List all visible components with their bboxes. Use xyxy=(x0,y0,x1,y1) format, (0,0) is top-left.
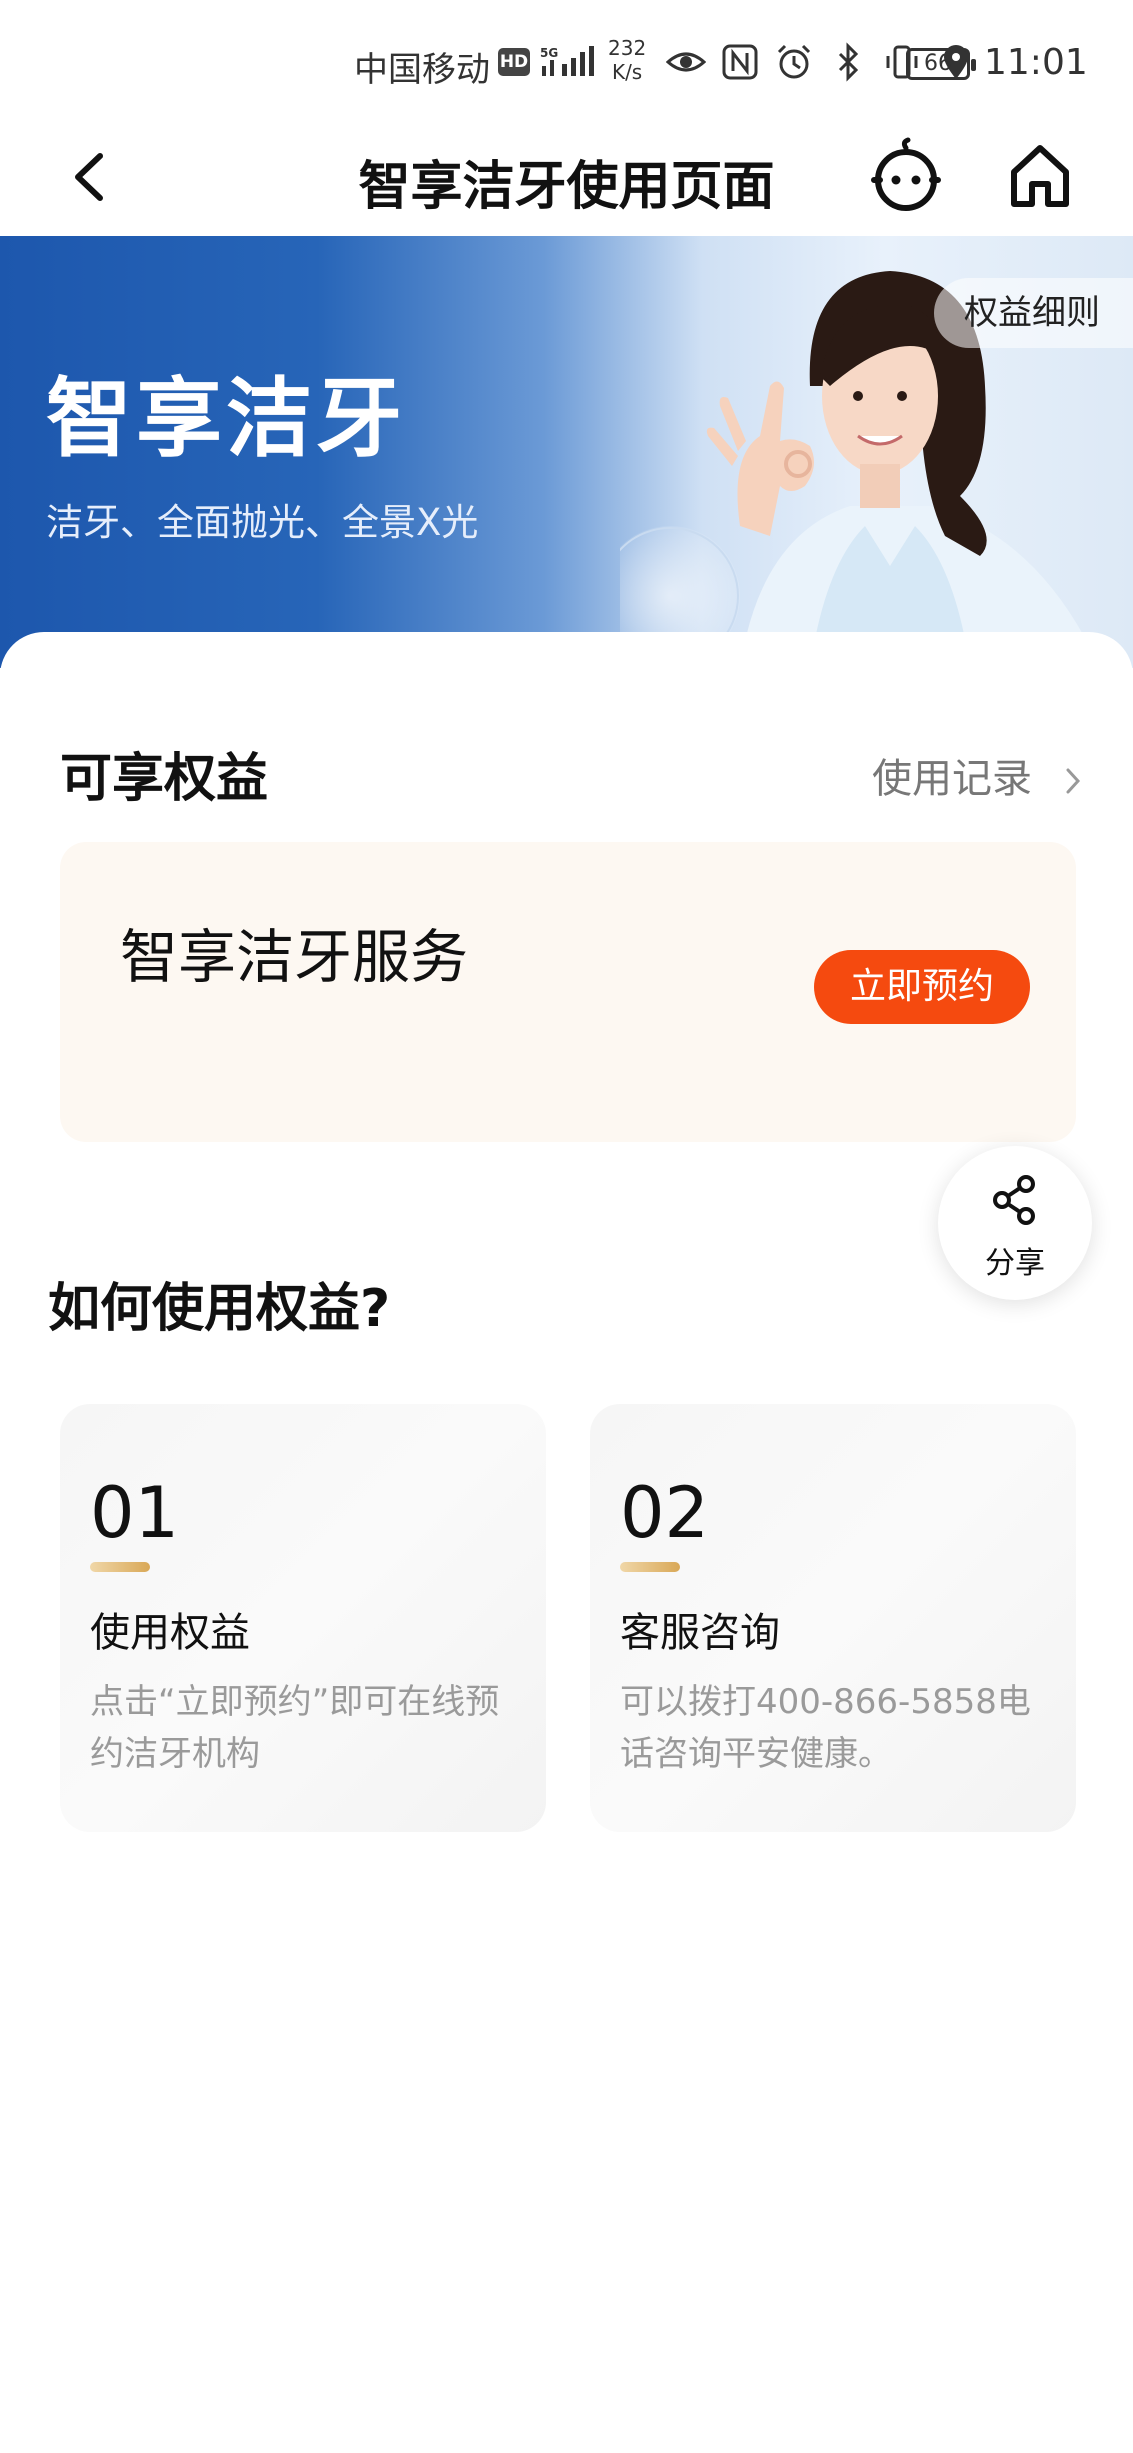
step-title: 使用权益 xyxy=(90,1610,250,1656)
banner-subtitle: 洁牙、全面抛光、全景X光 xyxy=(46,501,479,544)
benefit-rules-button[interactable]: 权益细则 xyxy=(934,278,1133,348)
step-description: 点击“立即预约”即可在线预约洁牙机构 xyxy=(90,1682,500,1774)
svg-text:5G: 5G xyxy=(540,46,558,60)
step-number: 01 xyxy=(90,1472,180,1554)
home-icon[interactable] xyxy=(1000,136,1080,216)
bluetooth-icon xyxy=(838,42,859,82)
book-now-button[interactable]: 立即预约 xyxy=(814,950,1030,1024)
benefits-title: 可享权益 xyxy=(60,749,269,809)
net-speed-value: 232 xyxy=(608,36,647,60)
net-speed: 232 K/s xyxy=(608,36,646,84)
page-title: 智享洁牙使用页面 xyxy=(358,157,775,217)
hd-badge: HD xyxy=(498,48,530,76)
robot-assistant-icon[interactable] xyxy=(866,136,946,216)
nav-bar: 智享洁牙使用页面 xyxy=(0,120,1133,236)
step-card: 01 使用权益 点击“立即预约”即可在线预约洁牙机构 xyxy=(60,1404,546,1832)
step-number: 02 xyxy=(620,1472,710,1554)
step-accent-bar xyxy=(620,1562,680,1572)
nfc-icon xyxy=(722,44,758,80)
hero-banner: 智享洁牙 洁牙、全面抛光、全景X光 权益细则 xyxy=(0,236,1133,668)
carrier-label: 中国移动 xyxy=(354,50,490,90)
status-bar: 中国移动 HD 5G 232 K/s 66 11:01 xyxy=(0,0,1133,120)
step-accent-bar xyxy=(90,1562,150,1572)
share-button[interactable]: 分享 xyxy=(938,1146,1092,1300)
step-description: 可以拨打400-866-5858电话咨询平安健康。 xyxy=(620,1682,1031,1774)
step-card: 02 客服咨询 可以拨打400-866-5858电话咨询平安健康。 xyxy=(590,1404,1076,1832)
usage-record-label: 使用记录 xyxy=(872,756,1032,802)
howto-title: 如何使用权益? xyxy=(48,1279,391,1339)
eye-icon xyxy=(666,52,706,72)
clock: 11:01 xyxy=(984,42,1088,83)
chevron-right-icon xyxy=(1066,768,1080,794)
battery-indicator: 66 xyxy=(906,48,976,80)
net-speed-unit: K/s xyxy=(611,60,643,84)
share-label: 分享 xyxy=(985,1246,1045,1281)
step-title: 客服咨询 xyxy=(620,1610,780,1656)
banner-title: 智享洁牙 xyxy=(46,369,406,469)
service-card: 智享洁牙服务 立即预约 xyxy=(60,842,1076,1142)
alarm-icon xyxy=(777,44,811,79)
share-icon xyxy=(993,1175,1035,1225)
service-name: 智享洁牙服务 xyxy=(120,923,469,991)
signal-icon: 5G xyxy=(540,46,594,76)
usage-record-link[interactable]: 使用记录 xyxy=(872,746,1083,804)
